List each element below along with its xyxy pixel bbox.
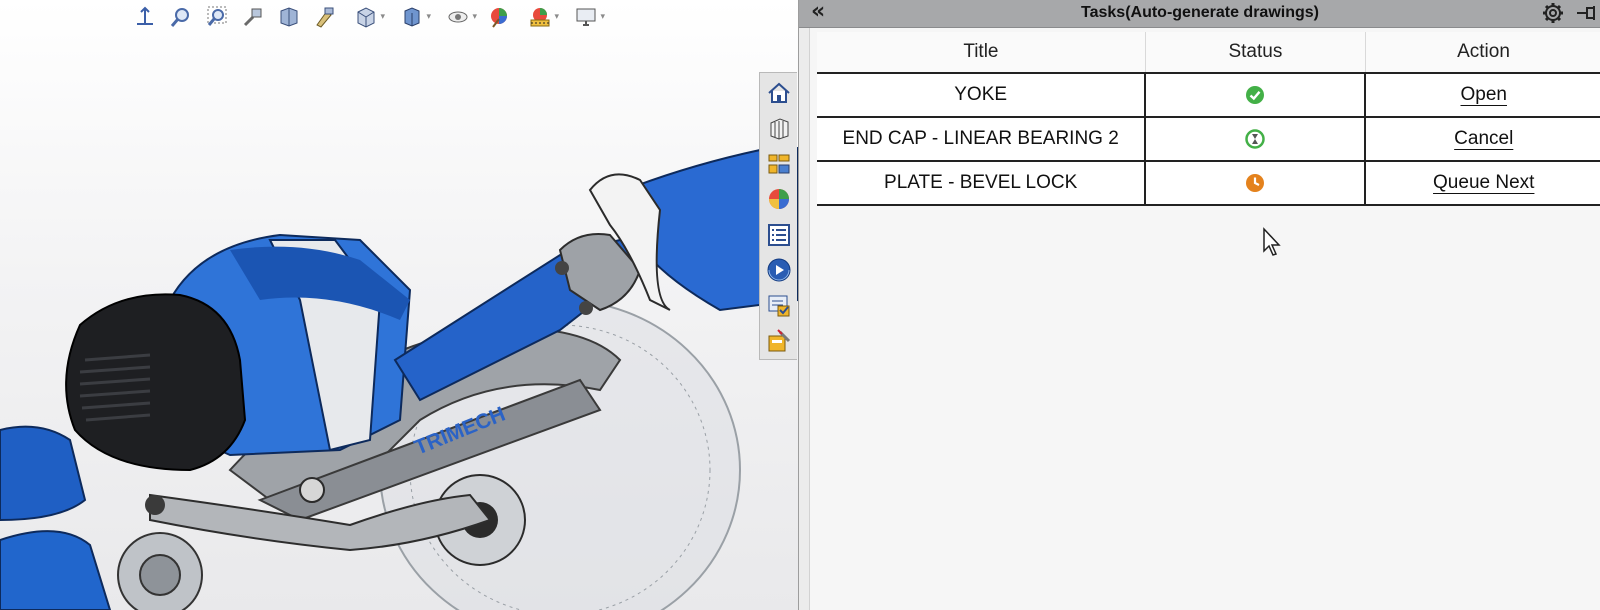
previous-view-icon[interactable]: [238, 2, 268, 32]
task-title-cell: YOKE: [817, 72, 1147, 117]
table-row[interactable]: PLATE - BEVEL LOCK Queue Next: [817, 160, 1600, 206]
display-style-dropdown-icon[interactable]: [392, 2, 432, 32]
file-explorer-icon[interactable]: [763, 148, 795, 180]
task-status-cell: [1145, 116, 1367, 161]
drawing-tasks-icon[interactable]: [763, 326, 795, 358]
column-header-status[interactable]: Status: [1145, 32, 1366, 73]
task-pane-title: Tasks(Auto-generate drawings): [1081, 4, 1319, 21]
task-status-cell: [1145, 160, 1367, 206]
zoom-to-fit-icon[interactable]: [166, 2, 196, 32]
table-row[interactable]: YOKE Open: [817, 72, 1600, 117]
pin-icon[interactable]: [1575, 2, 1599, 24]
task-action-cell: Cancel: [1365, 116, 1600, 161]
heads-up-view-toolbar: [130, 2, 606, 32]
home-icon[interactable]: [763, 77, 795, 109]
clock-icon: [1244, 172, 1266, 194]
task-status-cell: [1145, 72, 1367, 117]
task-pane-gutter: [799, 28, 810, 610]
graphics-area[interactable]: TRIMECH: [0, 0, 798, 610]
view-settings-icon[interactable]: [566, 2, 606, 32]
dynamic-annotation-icon[interactable]: [310, 2, 340, 32]
queue-next-link[interactable]: Queue Next: [1433, 172, 1534, 193]
open-link[interactable]: Open: [1461, 84, 1507, 105]
edit-appearance-icon[interactable]: [484, 2, 514, 32]
tasks-icon[interactable]: [763, 290, 795, 322]
hourglass-icon: [1244, 128, 1266, 150]
check-circle-icon: [1244, 84, 1266, 106]
zoom-to-area-icon[interactable]: [202, 2, 232, 32]
view-orientation-dropdown-icon[interactable]: [346, 2, 386, 32]
tasks-table: Title Status Action YOKE Open END CAP - …: [817, 32, 1600, 206]
custom-properties-icon[interactable]: [763, 219, 795, 251]
table-row[interactable]: END CAP - LINEAR BEARING 2 Cancel: [817, 116, 1600, 161]
task-pane: « Tasks(Auto-generate drawings) Title St…: [798, 0, 1600, 610]
apply-scene-icon[interactable]: [520, 2, 560, 32]
section-view-icon[interactable]: [274, 2, 304, 32]
view-orientation-icon[interactable]: [130, 2, 160, 32]
table-header-row: Title Status Action: [817, 32, 1600, 73]
motion-icon[interactable]: [763, 255, 795, 287]
miter-saw-model[interactable]: TRIMECH: [0, 0, 798, 610]
task-title-cell: END CAP - LINEAR BEARING 2: [817, 116, 1147, 161]
hide-show-items-icon[interactable]: [438, 2, 478, 32]
task-action-cell: Queue Next: [1365, 160, 1600, 206]
task-action-cell: Open: [1365, 72, 1600, 117]
task-pane-header: « Tasks(Auto-generate drawings): [799, 0, 1600, 28]
design-library-icon[interactable]: [763, 113, 795, 145]
task-pane-tabs: [759, 72, 797, 360]
mouse-cursor-icon: [1263, 227, 1281, 256]
task-title-cell: PLATE - BEVEL LOCK: [817, 160, 1147, 206]
column-header-title[interactable]: Title: [817, 32, 1146, 73]
gear-icon[interactable]: [1541, 1, 1565, 25]
cancel-link[interactable]: Cancel: [1454, 128, 1513, 149]
column-header-action[interactable]: Action: [1365, 32, 1600, 73]
appearances-icon[interactable]: [763, 184, 795, 216]
